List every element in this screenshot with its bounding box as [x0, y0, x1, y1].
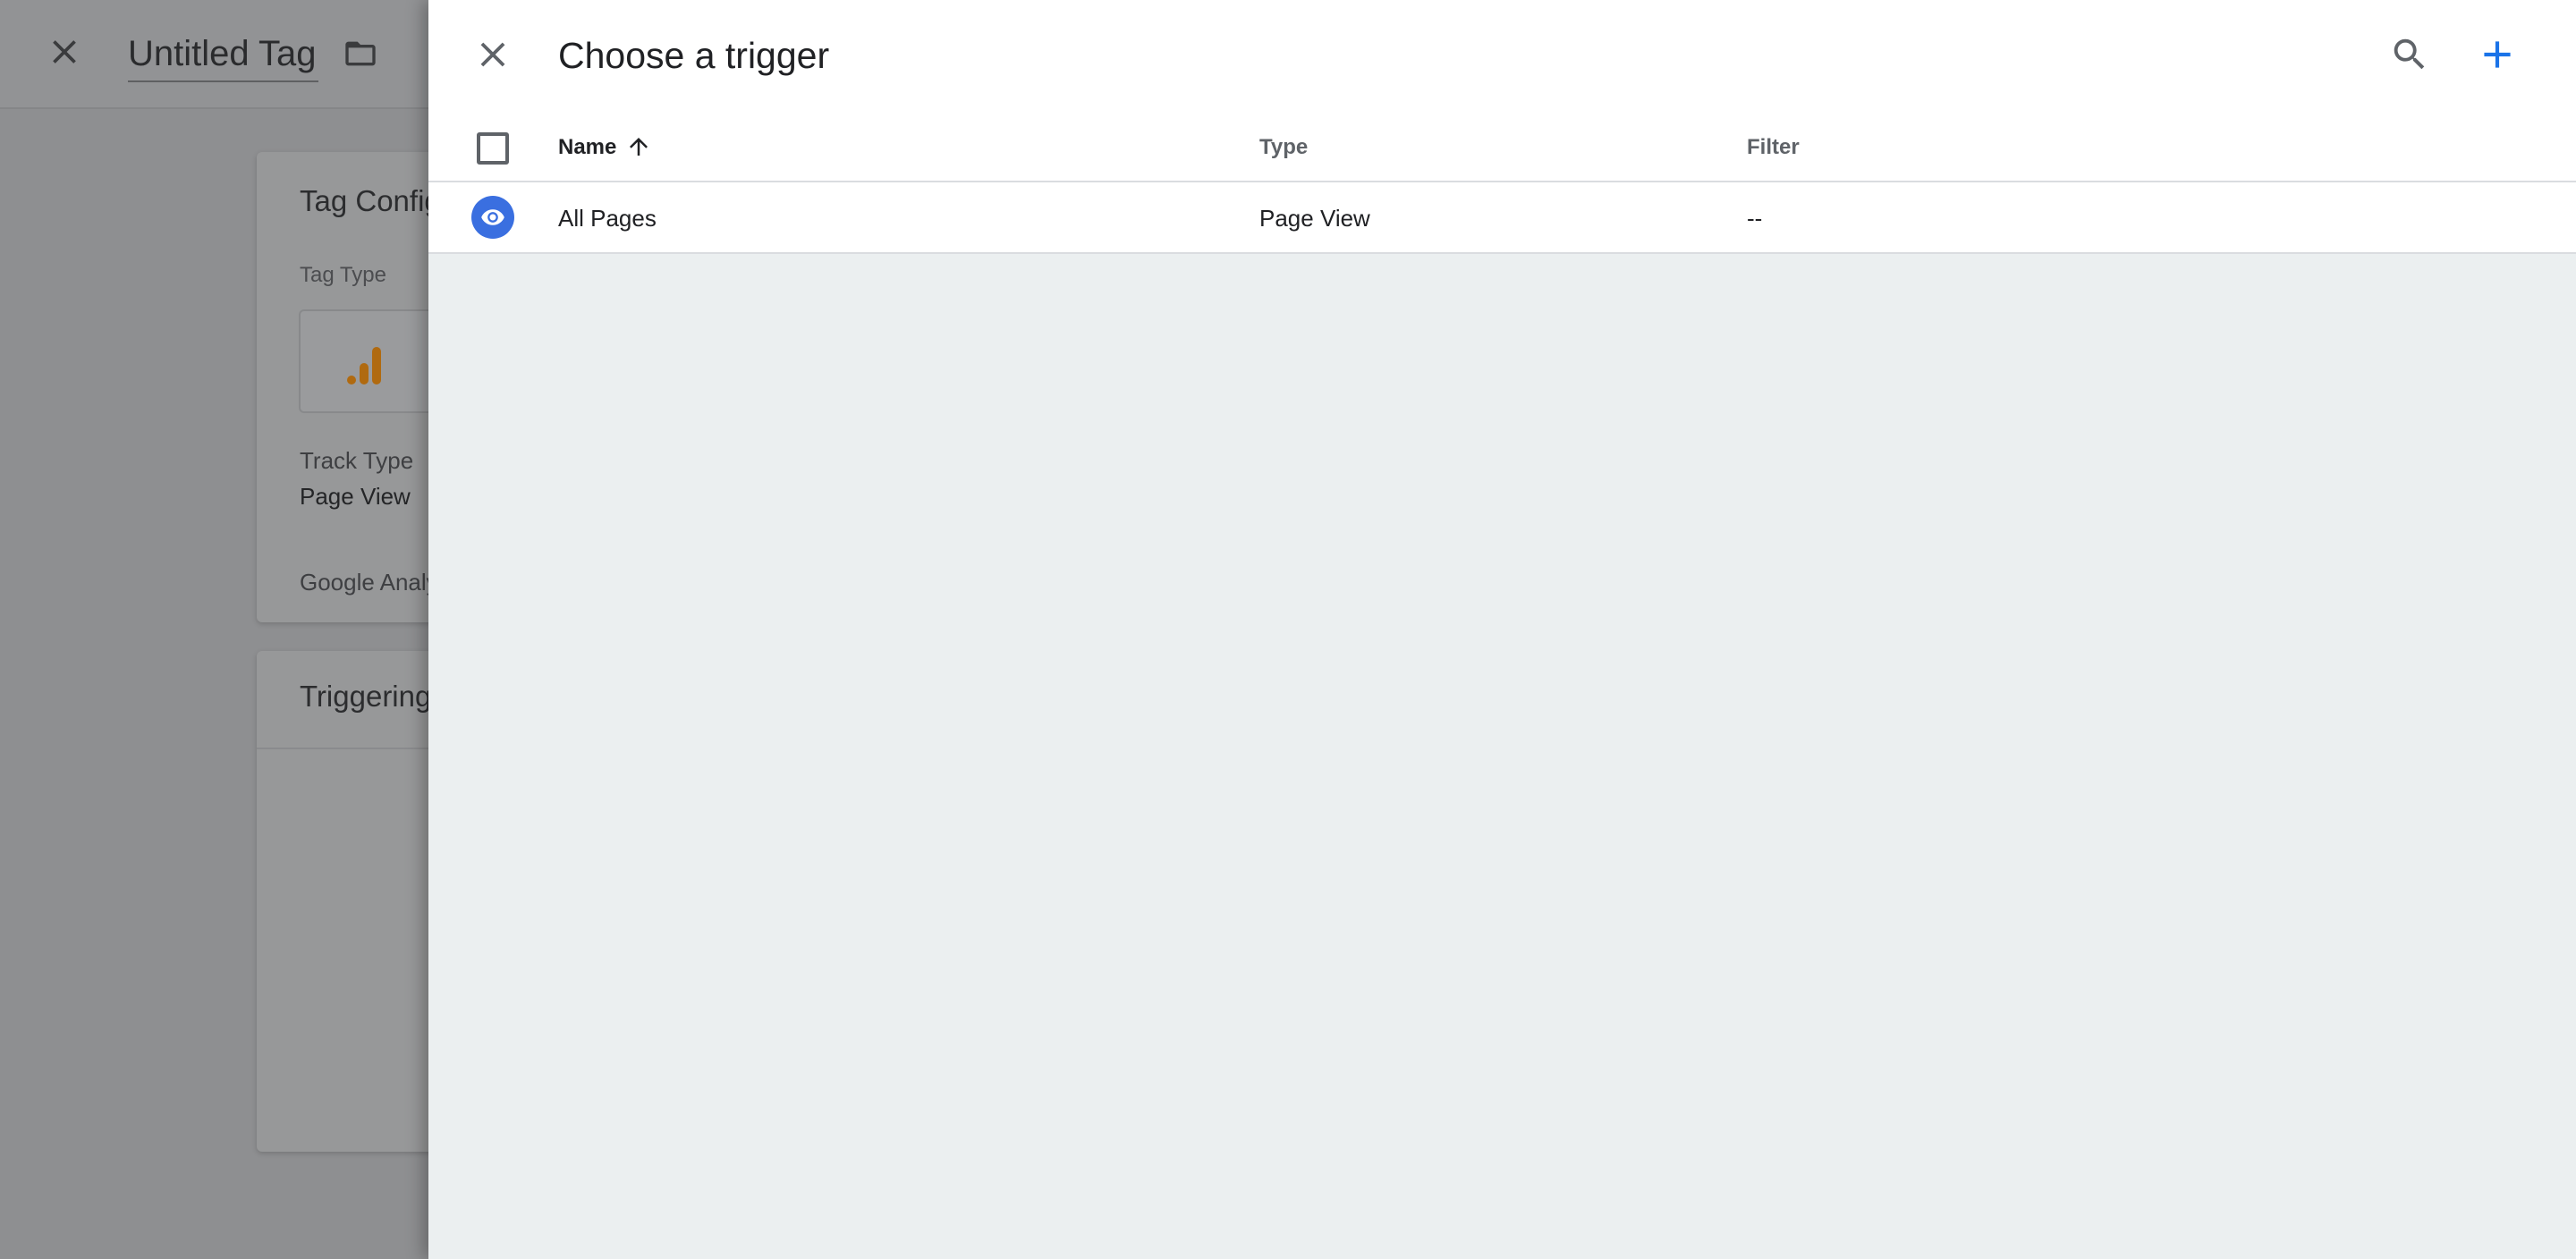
table-row[interactable]: All Pages Page View --	[428, 182, 2576, 254]
trigger-name[interactable]: All Pages	[558, 204, 657, 232]
panel-title: Choose a trigger	[558, 35, 830, 76]
trigger-type-badge	[471, 196, 514, 239]
google-analytics-icon	[347, 347, 381, 384]
track-type-value: Page View	[300, 483, 411, 510]
trigger-list-area: Choose a trigger Name Type Filter All Pa…	[428, 0, 2576, 254]
arrow-up-icon[interactable]	[625, 131, 652, 162]
track-type-label: Track Type	[300, 447, 414, 474]
select-all-checkbox[interactable]	[477, 132, 509, 165]
table-header: Name Type Filter	[428, 114, 2576, 182]
column-header-name[interactable]: Name	[558, 134, 616, 161]
close-icon[interactable]	[45, 32, 84, 72]
trigger-filter: --	[1747, 205, 1763, 232]
column-header-filter[interactable]: Filter	[1747, 134, 1800, 161]
choose-trigger-panel: Choose a trigger Name Type Filter All Pa…	[428, 0, 2576, 1259]
folder-icon[interactable]	[340, 36, 381, 72]
close-icon[interactable]	[472, 34, 513, 75]
column-header-type[interactable]: Type	[1259, 134, 1308, 161]
card-title: Triggering	[300, 680, 432, 713]
add-icon[interactable]	[2475, 32, 2520, 77]
trigger-type: Page View	[1259, 205, 1370, 232]
search-icon[interactable]	[2389, 34, 2430, 75]
tag-title-input[interactable]: Untitled Tag	[128, 30, 318, 82]
eye-icon	[481, 209, 504, 225]
tag-type-label: Tag Type	[300, 263, 386, 287]
